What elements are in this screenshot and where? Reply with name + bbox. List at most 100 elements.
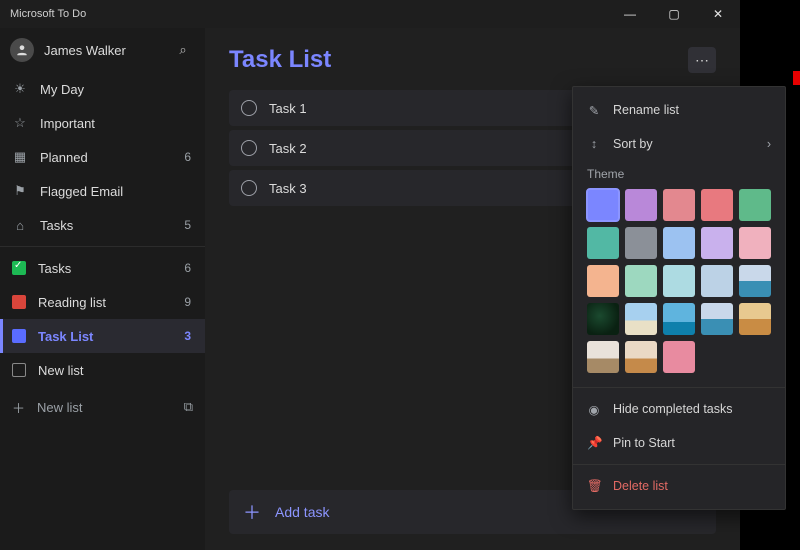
sidebar-item-count: 9 (184, 295, 191, 309)
sidebar-item-label: Tasks (38, 261, 71, 276)
task-complete-checkbox[interactable] (241, 100, 257, 116)
sidebar-item-label: My Day (40, 82, 84, 97)
pencil-icon: ✎ (587, 103, 601, 118)
check-circle-icon: ◉ (587, 402, 601, 417)
menu-pin[interactable]: 📌 Pin to Start (573, 426, 785, 460)
add-task-label: Add task (275, 504, 329, 520)
menu-rename-label: Rename list (613, 103, 679, 117)
sidebar-smart-important[interactable]: ☆ Important (0, 106, 205, 140)
list-color-icon (12, 295, 26, 309)
user-name: James Walker (44, 43, 126, 58)
avatar (10, 38, 34, 62)
theme-color-swatch[interactable] (587, 265, 619, 297)
theme-color-swatch[interactable] (625, 189, 657, 221)
sidebar-item-label: New list (38, 363, 84, 378)
main-panel: Task List ⋯ Task 1 Task 2 Task 3 ＋ Add tas… (205, 28, 740, 550)
trash-icon: 🗑 (587, 479, 601, 494)
theme-thumbnail[interactable] (701, 303, 733, 335)
titlebar: Microsoft To Do — ▢ ✕ (0, 0, 740, 28)
theme-color-swatch[interactable] (701, 189, 733, 221)
menu-sort-label: Sort by (613, 137, 653, 151)
list-color-icon (12, 329, 26, 343)
theme-thumbnail[interactable] (587, 341, 619, 373)
sidebar-smart-my-day[interactable]: ☀ My Day (0, 72, 205, 106)
sidebar-smart-flagged-email[interactable]: ⚑Flagged Email (0, 174, 205, 208)
menu-separator (573, 387, 785, 388)
app-title: Microsoft To Do (10, 8, 86, 20)
theme-thumbnail[interactable] (625, 341, 657, 373)
sidebar-item-count: 3 (184, 329, 191, 343)
sidebar-item-label: Task List (38, 329, 93, 344)
sidebar-item-label: Tasks (40, 218, 73, 233)
theme-thumbnail[interactable] (739, 303, 771, 335)
more-options-button[interactable]: ⋯ (688, 47, 716, 73)
new-list-label: New list (37, 400, 83, 415)
minimize-button[interactable]: — (608, 0, 652, 28)
menu-theme-heading: Theme (573, 161, 785, 187)
theme-thumbnail[interactable] (625, 303, 657, 335)
list-color-icon (12, 261, 26, 275)
theme-thumbnail[interactable] (739, 265, 771, 297)
list-color-icon (12, 363, 26, 377)
menu-hide-completed[interactable]: ◉ Hide completed tasks (573, 392, 785, 426)
list-icon: ▦ (12, 149, 28, 165)
menu-separator (573, 464, 785, 465)
plus-icon: ＋ (12, 398, 25, 417)
sidebar-item-count: 5 (184, 218, 191, 232)
theme-color-swatch[interactable] (663, 265, 695, 297)
menu-delete[interactable]: 🗑 Delete list (573, 469, 785, 503)
sidebar-smart-tasks[interactable]: ⌂ Tasks 5 (0, 208, 205, 242)
sidebar-list-tasks[interactable]: Tasks 6 (0, 251, 205, 285)
task-title: Task 2 (269, 141, 307, 156)
sidebar-item-label: Flagged Email (40, 184, 123, 199)
sidebar: James Walker ⌕ ☀ My Day ☆ Important ▦ Planned… (0, 28, 205, 550)
sidebar-item-label: Planned (40, 150, 88, 165)
new-list-button[interactable]: ＋ New list ⧉ (0, 387, 205, 427)
task-title: Task 3 (269, 181, 307, 196)
menu-rename[interactable]: ✎ Rename list (573, 93, 785, 127)
sort-icon: ↕ (587, 137, 601, 151)
task-complete-checkbox[interactable] (241, 140, 257, 156)
list-title[interactable]: Task List (229, 46, 331, 74)
theme-color-swatch[interactable] (587, 189, 619, 221)
theme-color-swatch[interactable] (663, 341, 695, 373)
sidebar-smart-planned[interactable]: ▦ Planned 6 (0, 140, 205, 174)
theme-color-swatch[interactable] (701, 227, 733, 259)
create-group-icon[interactable]: ⧉ (184, 399, 193, 415)
sidebar-divider (0, 246, 205, 247)
theme-thumbnail[interactable] (587, 303, 619, 335)
window-controls: — ▢ ✕ (608, 0, 740, 28)
theme-thumbnail[interactable] (663, 303, 695, 335)
theme-color-swatch[interactable] (739, 189, 771, 221)
sidebar-list-reading-list[interactable]: Reading list 9 (0, 285, 205, 319)
list-icon: ☆ (12, 115, 28, 131)
search-icon[interactable]: ⌕ (171, 42, 195, 58)
close-button[interactable]: ✕ (696, 0, 740, 28)
menu-delete-label: Delete list (613, 479, 668, 493)
sidebar-list-new-list[interactable]: New list (0, 353, 205, 387)
theme-color-swatch[interactable] (587, 227, 619, 259)
theme-color-swatch[interactable] (701, 265, 733, 297)
menu-sort[interactable]: ↕ Sort by › (573, 127, 785, 161)
maximize-button[interactable]: ▢ (652, 0, 696, 28)
pin-icon: 📌 (587, 436, 601, 451)
theme-color-swatch[interactable] (625, 265, 657, 297)
theme-color-swatch[interactable] (625, 227, 657, 259)
sidebar-item-count: 6 (184, 261, 191, 275)
task-title: Task 1 (269, 101, 307, 116)
sidebar-item-label: Reading list (38, 295, 106, 310)
profile-row[interactable]: James Walker ⌕ (0, 28, 205, 72)
task-complete-checkbox[interactable] (241, 180, 257, 196)
sidebar-list-task-list[interactable]: Task List 3 (0, 319, 205, 353)
sidebar-item-label: Important (40, 116, 95, 131)
chevron-right-icon: › (767, 137, 771, 151)
theme-color-swatch[interactable] (663, 227, 695, 259)
list-icon: ☀ (12, 81, 28, 97)
sidebar-item-count: 6 (184, 150, 191, 164)
theme-color-swatch[interactable] (739, 227, 771, 259)
theme-swatches (573, 187, 785, 383)
plus-icon: ＋ (243, 499, 261, 525)
theme-color-swatch[interactable] (663, 189, 695, 221)
list-icon: ⌂ (12, 218, 28, 233)
list-options-menu: ✎ Rename list ↕ Sort by › Theme ◉ Hide c… (572, 86, 786, 510)
